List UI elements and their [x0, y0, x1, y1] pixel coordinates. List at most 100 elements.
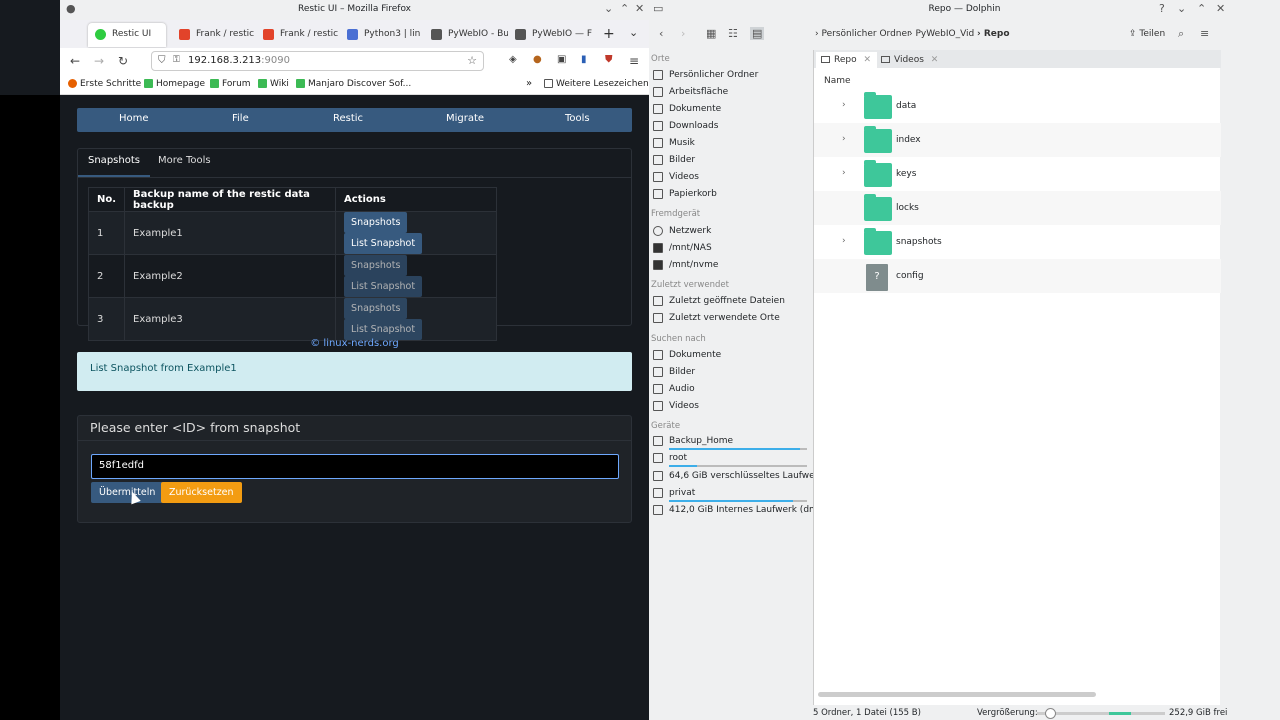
tab-list-icon[interactable]: ⌄ [629, 26, 638, 39]
pocket-icon[interactable]: ◈ [509, 54, 517, 65]
back-icon[interactable]: ← [70, 54, 80, 68]
bookmark-wiki[interactable]: Wiki [258, 79, 289, 89]
file-row[interactable]: › snapshots [814, 225, 1221, 259]
column-name-header[interactable]: Name [824, 76, 851, 86]
search-icon[interactable]: ⌕ [1178, 27, 1184, 41]
bookmark-forum[interactable]: Forum [210, 79, 251, 89]
search-documents[interactable]: Dokumente [653, 350, 721, 360]
browser-tab-5[interactable]: PyWebIO — F [508, 23, 592, 47]
expand-icon[interactable]: › [842, 168, 846, 178]
device-encrypted[interactable]: 64,6 GiB verschlüsseltes Laufwerk [653, 471, 824, 481]
reset-button[interactable]: Zurücksetzen [161, 482, 242, 503]
tab-snapshots[interactable]: Snapshots [78, 155, 150, 177]
place-music[interactable]: Musik [653, 138, 695, 148]
back-icon[interactable]: ‹ [659, 27, 663, 40]
bookmark-manjaro-discover[interactable]: Manjaro Discover Sof... [296, 79, 411, 89]
expand-icon[interactable]: › [842, 134, 846, 144]
browser-tab-3[interactable]: Python3 | lin [340, 23, 424, 47]
maximize-icon[interactable]: ⌃ [1197, 2, 1206, 15]
place-home[interactable]: Persönlicher Ordner [653, 70, 758, 80]
list-snapshot-button[interactable]: List Snapshot [344, 276, 423, 297]
nav-file[interactable]: File [232, 113, 249, 124]
horizontal-scrollbar[interactable] [818, 692, 1096, 697]
share-button[interactable]: ⇪ Teilen [1129, 29, 1165, 39]
place-mnt-nas[interactable]: /mnt/NAS [653, 243, 712, 253]
browser-tab-1[interactable]: Frank / restic [172, 23, 256, 47]
reload-icon[interactable]: ↻ [118, 54, 128, 68]
snapshots-button[interactable]: Snapshots [344, 298, 408, 319]
compact-view-icon[interactable]: ☷ [728, 27, 738, 40]
place-mnt-nvme[interactable]: /mnt/nvme [653, 260, 718, 270]
zoom-slider-handle[interactable] [1045, 708, 1056, 719]
footer-link[interactable]: © linux-nerds.org [77, 338, 632, 349]
search-audio[interactable]: Audio [653, 384, 695, 394]
nav-restic[interactable]: Restic [333, 113, 363, 124]
tab-more-tools[interactable]: More Tools [148, 155, 221, 177]
file-row[interactable]: ? config [814, 259, 1221, 293]
breadcrumb-home[interactable]: › Persönlicher Ordner [815, 29, 911, 39]
menu-icon[interactable]: ≡ [629, 54, 639, 68]
view-tab-repo[interactable]: Repo ✕ [816, 52, 878, 68]
nav-home[interactable]: Home [119, 113, 149, 124]
search-pictures[interactable]: Bilder [653, 367, 695, 377]
snapshots-button[interactable]: Snapshots [344, 212, 408, 233]
list-snapshot-button[interactable]: List Snapshot [344, 319, 423, 340]
expand-icon[interactable]: › [842, 100, 846, 110]
browser-tab-2[interactable]: Frank / restic [256, 23, 340, 47]
help-icon[interactable]: ? [1159, 2, 1165, 15]
search-videos[interactable]: Videos [653, 401, 699, 411]
bitwarden-icon[interactable]: ▮ [581, 54, 587, 65]
minimize-icon[interactable]: ⌄ [604, 2, 613, 15]
close-icon[interactable]: ✕ [635, 2, 644, 15]
bookmark-weitere[interactable]: Weitere Lesezeichen [544, 79, 649, 89]
icons-view-icon[interactable]: ▦ [706, 27, 716, 40]
extension-icon[interactable]: ▣ [557, 54, 566, 65]
place-downloads[interactable]: Downloads [653, 121, 718, 131]
file-row[interactable]: › keys [814, 157, 1221, 191]
nav-migrate[interactable]: Migrate [446, 113, 484, 124]
place-recent-files[interactable]: Zuletzt geöffnete Dateien [653, 296, 785, 306]
view-tab-videos[interactable]: Videos ✕ [876, 52, 944, 68]
details-view-icon[interactable]: ▤ [750, 27, 765, 40]
menu-icon[interactable]: ≡ [1200, 27, 1209, 40]
device-privat[interactable]: privat [653, 488, 695, 498]
list-snapshot-button[interactable]: List Snapshot [344, 233, 423, 254]
snapshots-button[interactable]: Snapshots [344, 255, 408, 276]
place-network[interactable]: Netzwerk [653, 226, 711, 236]
minimize-icon[interactable]: ⌄ [1177, 2, 1186, 15]
close-tab-icon[interactable]: ✕ [931, 55, 939, 65]
browser-tab-0[interactable]: Restic UI [88, 23, 166, 47]
snapshot-id-input[interactable]: 58f1edfd [91, 454, 619, 479]
file-row[interactable]: › index [814, 123, 1221, 157]
breadcrumb-pywebio[interactable]: › PyWebIO_Vid [909, 29, 974, 39]
place-documents[interactable]: Dokumente [653, 104, 721, 114]
account-icon[interactable]: ● [533, 54, 542, 65]
forward-icon[interactable]: → [94, 54, 104, 68]
chevron-right-icon[interactable]: » [526, 78, 532, 89]
file-row[interactable]: locks [814, 191, 1221, 225]
breadcrumb-repo[interactable]: › Repo [977, 29, 1010, 39]
file-row[interactable]: › data [814, 89, 1221, 123]
nav-tools[interactable]: Tools [565, 113, 590, 124]
place-desktop[interactable]: Arbeitsfläche [653, 87, 728, 97]
bookmark-star-icon[interactable]: ☆ [467, 54, 477, 67]
device-internal[interactable]: 412,0 GiB Internes Laufwerk (dm-0) [653, 505, 830, 515]
device-backup-home[interactable]: Backup_Home [653, 436, 733, 446]
close-icon[interactable]: ✕ [1216, 2, 1225, 15]
place-videos[interactable]: Videos [653, 172, 699, 182]
browser-tab-4[interactable]: PyWebIO - Bu [424, 23, 508, 47]
bookmark-erste-schritte[interactable]: Erste Schritte [68, 79, 141, 89]
forward-icon[interactable]: › [681, 27, 685, 40]
url-bar[interactable]: ⛉ ⚿ 192.168.3.213:9090 ☆ [151, 51, 484, 71]
bookmark-homepage[interactable]: Homepage [144, 79, 205, 89]
ublock-icon[interactable]: ⛊ [605, 54, 613, 65]
expand-icon[interactable]: › [842, 236, 846, 246]
place-trash[interactable]: Papierkorb [653, 189, 717, 199]
new-tab-icon[interactable]: + [603, 26, 615, 42]
folder-icon [864, 92, 892, 119]
device-root[interactable]: root [653, 453, 687, 463]
place-pictures[interactable]: Bilder [653, 155, 695, 165]
close-tab-icon[interactable]: ✕ [863, 55, 871, 65]
place-recent-locations[interactable]: Zuletzt verwendete Orte [653, 313, 780, 323]
maximize-icon[interactable]: ⌃ [620, 2, 629, 15]
